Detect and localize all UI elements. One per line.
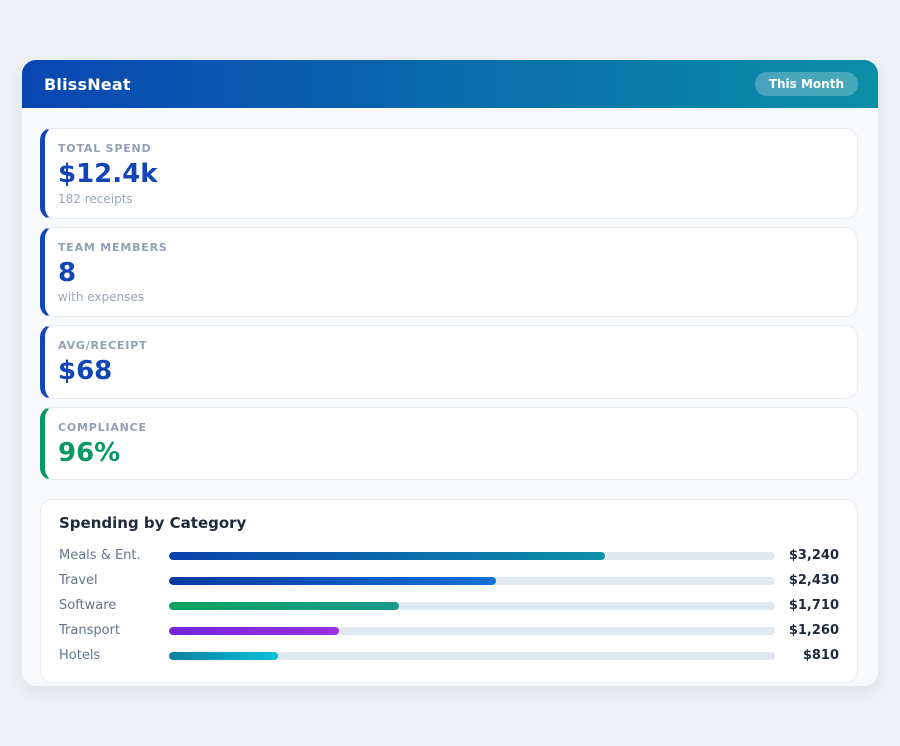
stat-value-avg-receipt: $68	[58, 357, 841, 386]
chart-title: Spending by Category	[59, 514, 839, 532]
app-header: BlissNeat This Month	[22, 60, 878, 108]
bar-fill-hotels	[169, 652, 278, 660]
category-row-meals-ent: Meals & Ent. $3,240	[59, 543, 839, 568]
category-label-transport: Transport	[59, 623, 169, 638]
stat-value-total-spend: $12.4k	[58, 160, 841, 189]
bar-track-meals-ent	[169, 552, 775, 560]
bar-fill-transport	[169, 627, 339, 635]
stat-card-team-members: TEAM MEMBERS 8 with expenses	[40, 227, 858, 318]
category-label-travel: Travel	[59, 573, 169, 588]
category-amount-meals-ent: $3,240	[775, 548, 839, 563]
bar-fill-meals-ent	[169, 552, 605, 560]
stat-card-total-spend: TOTAL SPEND $12.4k 182 receipts	[40, 128, 858, 219]
category-label-software: Software	[59, 598, 169, 613]
spending-by-category-card: Spending by Category Meals & Ent. $3,240 T…	[40, 499, 858, 683]
category-label-meals-ent: Meals & Ent.	[59, 548, 169, 563]
bar-fill-software	[169, 602, 399, 610]
stat-label-total-spend: TOTAL SPEND	[58, 142, 841, 155]
category-amount-travel: $2,430	[775, 573, 839, 588]
category-amount-transport: $1,260	[775, 623, 839, 638]
bar-fill-travel	[169, 577, 496, 585]
category-amount-hotels: $810	[775, 648, 839, 663]
stat-label-compliance: COMPLIANCE	[58, 421, 841, 434]
period-badge[interactable]: This Month	[755, 72, 858, 96]
stat-value-compliance: 96%	[58, 439, 841, 468]
category-amount-software: $1,710	[775, 598, 839, 613]
stat-sub-team-members: with expenses	[58, 290, 841, 304]
stat-label-avg-receipt: AVG/RECEIPT	[58, 339, 841, 352]
bar-track-travel	[169, 577, 775, 585]
dashboard-content: TOTAL SPEND $12.4k 182 receipts TEAM MEMBER…	[22, 108, 878, 683]
stats-list: TOTAL SPEND $12.4k 182 receipts TEAM MEMBER…	[40, 128, 858, 480]
category-row-transport: Transport $1,260	[59, 618, 839, 643]
app-title: BlissNeat	[44, 75, 131, 94]
stat-card-compliance: COMPLIANCE 96%	[40, 407, 858, 481]
chart-rows: Meals & Ent. $3,240 Travel $2,430 Software $1…	[59, 543, 839, 668]
bar-track-hotels	[169, 652, 775, 660]
stat-label-team-members: TEAM MEMBERS	[58, 241, 841, 254]
category-row-software: Software $1,710	[59, 593, 839, 618]
bar-track-software	[169, 602, 775, 610]
expense-dashboard-card: BlissNeat This Month TOTAL SPEND $12.4k 18…	[22, 60, 878, 686]
stat-card-avg-receipt: AVG/RECEIPT $68	[40, 325, 858, 399]
bar-track-transport	[169, 627, 775, 635]
category-row-travel: Travel $2,430	[59, 568, 839, 593]
category-label-hotels: Hotels	[59, 648, 169, 663]
category-row-hotels: Hotels $810	[59, 643, 839, 668]
stat-sub-total-spend: 182 receipts	[58, 192, 841, 206]
stat-value-team-members: 8	[58, 259, 841, 288]
